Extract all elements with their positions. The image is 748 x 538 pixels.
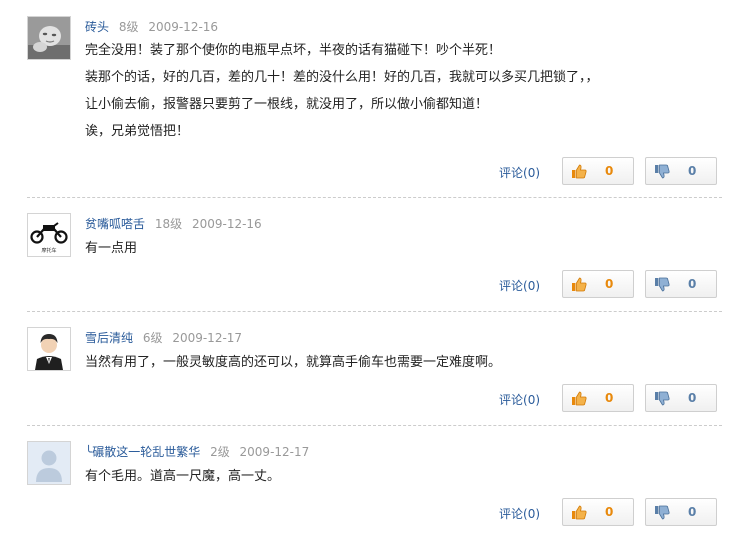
reply-count: (0): [523, 507, 541, 521]
reply-link[interactable]: 评论(0): [499, 164, 540, 181]
username-link[interactable]: 贫嘴呱嗒舌: [85, 217, 145, 231]
username-link[interactable]: 砖头: [85, 20, 109, 34]
avatar[interactable]: [27, 16, 71, 60]
thumbs-up-icon: [572, 164, 587, 179]
reply-count: (0): [523, 393, 541, 407]
down-count: 0: [688, 164, 697, 178]
comment-date: 2009-12-17: [172, 331, 243, 345]
comment-text-line: 完全没用！装了那个使你的电瓶早点坏，半夜的话有猫碰下！吵个半死！: [85, 43, 502, 58]
comment-text: 完全没用！装了那个使你的电瓶早点坏，半夜的话有猫碰下！吵个半死！ 装那个的话，好…: [85, 42, 685, 150]
comment-text-line: 有个毛用。道高一尺魔，高一丈。: [85, 469, 281, 484]
comment-date: 2009-12-16: [191, 217, 262, 231]
thumbs-down-icon: [655, 391, 670, 406]
comment-text: 有个毛用。道高一尺魔，高一丈。: [85, 468, 685, 495]
reply-link[interactable]: 评论(0): [499, 505, 540, 522]
reply-label: 评论: [499, 393, 524, 407]
comment-meta: 贫嘴呱嗒舌 18级 2009-12-16: [85, 215, 262, 232]
baby-photo-icon: [28, 17, 70, 59]
reply-count: (0): [523, 166, 541, 180]
comment-actions: 评论(0) 0 0: [0, 270, 748, 300]
username-link[interactable]: ╰碾散这一轮乱世繁华: [85, 445, 200, 459]
comment-text: 有一点用: [85, 240, 685, 267]
thumbs-down-icon: [655, 277, 670, 292]
reply-count: (0): [523, 279, 541, 293]
thumbs-up-icon: [572, 391, 587, 406]
default-user-icon: [28, 442, 70, 484]
username-link[interactable]: 雪后清纯: [85, 331, 133, 345]
comment-text-line: 装那个的话，好的几百，差的几十！差的没什么用！好的几百，我就可以多买几把锁了，，: [85, 70, 599, 85]
comment-divider: [27, 197, 722, 198]
thumbs-down-button[interactable]: 0: [645, 384, 717, 412]
up-count: 0: [605, 505, 614, 519]
down-count: 0: [688, 505, 697, 519]
comment-date: 2009-12-16: [148, 20, 219, 34]
thumbs-down-button[interactable]: 0: [645, 157, 717, 185]
comment-text: 当然有用了，一般灵敏度高的还可以，就算高手偷车也需要一定难度啊。: [85, 354, 685, 381]
motorcycle-icon: 摩托车: [28, 214, 70, 256]
user-level: 6级: [142, 331, 163, 345]
comment-meta: ╰碾散这一轮乱世繁华 2级 2009-12-17: [85, 443, 309, 460]
user-level: 2级: [210, 445, 230, 459]
up-count: 0: [605, 277, 614, 291]
comment-meta: 砖头 8级 2009-12-16: [85, 18, 218, 35]
comment-text-line: 当然有用了，一般灵敏度高的还可以，就算高手偷车也需要一定难度啊。: [85, 355, 502, 370]
thumbs-down-button[interactable]: 0: [645, 498, 717, 526]
user-level: 18级: [154, 217, 183, 231]
reply-label: 评论: [499, 279, 524, 293]
comment-actions: 评论(0) 0 0: [0, 498, 748, 528]
thumbs-up-button[interactable]: 0: [562, 270, 634, 298]
down-count: 0: [688, 391, 697, 405]
comment-date: 2009-12-17: [239, 445, 310, 459]
down-count: 0: [688, 277, 697, 291]
reply-label: 评论: [499, 166, 524, 180]
up-count: 0: [605, 164, 614, 178]
thumbs-up-button[interactable]: 0: [562, 384, 634, 412]
comment-actions: 评论(0) 0 0: [0, 384, 748, 414]
comment-meta: 雪后清纯 6级 2009-12-17: [85, 329, 242, 346]
avatar-caption: 摩托车: [41, 247, 56, 254]
reply-link[interactable]: 评论(0): [499, 277, 540, 294]
reply-link[interactable]: 评论(0): [499, 391, 540, 408]
comment-divider: [27, 425, 722, 426]
avatar[interactable]: [27, 441, 71, 485]
up-count: 0: [605, 391, 614, 405]
thumbs-down-icon: [655, 505, 670, 520]
thumbs-up-button[interactable]: 0: [562, 498, 634, 526]
thumbs-up-icon: [572, 277, 587, 292]
thumbs-down-icon: [655, 164, 670, 179]
user-level: 8级: [118, 20, 139, 34]
avatar[interactable]: 摩托车: [27, 213, 71, 257]
thumbs-down-button[interactable]: 0: [645, 270, 717, 298]
thumbs-up-icon: [572, 505, 587, 520]
comment-text-line: 让小偷去偷，报警器只要剪了一根线，就没用了，所以做小偷都知道！: [85, 97, 489, 112]
comment-text-line: 有一点用: [85, 241, 138, 256]
person-in-suit-icon: [28, 328, 70, 370]
comment-text-line: 诶，兄弟觉悟把！: [85, 124, 190, 139]
comment-divider: [27, 311, 722, 312]
reply-label: 评论: [499, 507, 524, 521]
comment-actions: 评论(0) 0 0: [0, 157, 748, 187]
thumbs-up-button[interactable]: 0: [562, 157, 634, 185]
avatar[interactable]: [27, 327, 71, 371]
